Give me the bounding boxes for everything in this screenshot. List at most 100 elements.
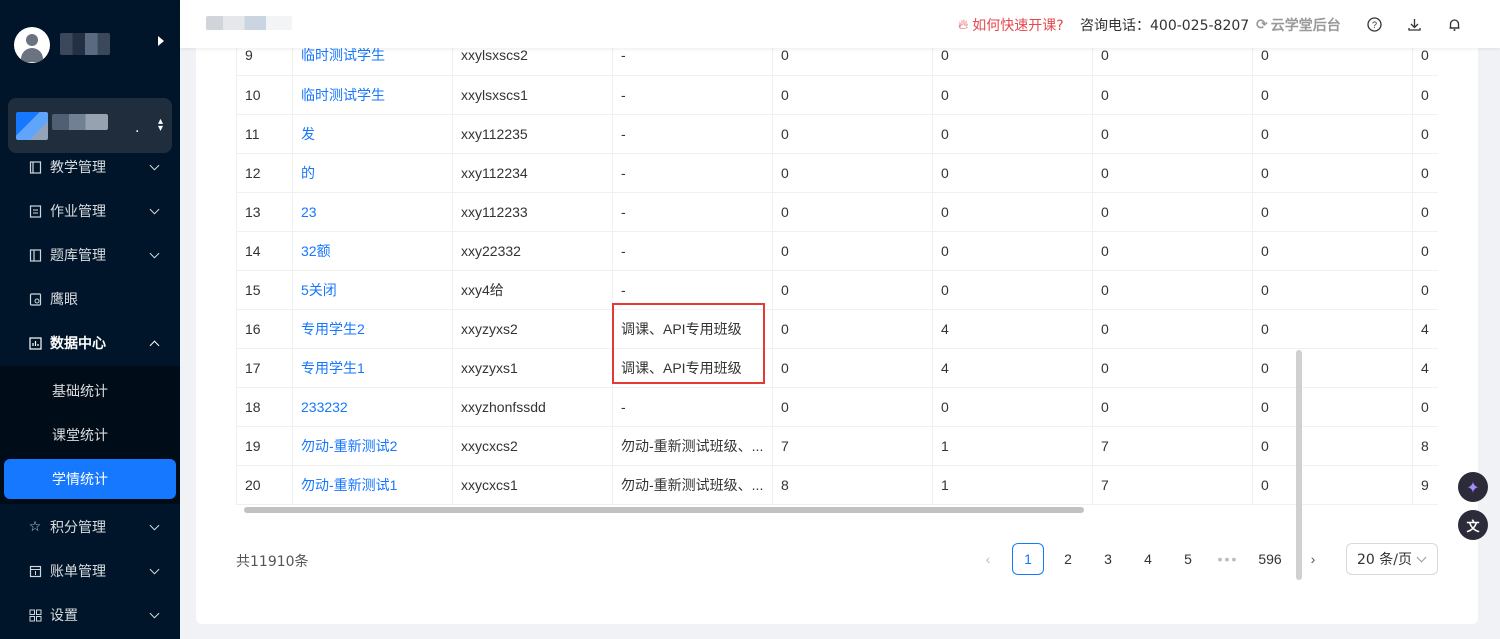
table-cell: 12 [236,153,293,193]
menu-label: 设置 [50,608,78,624]
table-cell: 0 [1412,75,1438,115]
grid-icon [28,608,42,622]
submenu-label: 课堂统计 [52,428,108,444]
switch-icon[interactable]: ▴ ▾ [158,117,163,134]
scrollbar-thumb[interactable] [244,507,1084,513]
student-name-link[interactable]: 专用学生2 [292,309,453,349]
table-cell: 勿动-重新测试班级、... [612,426,773,466]
menu-label: 作业管理 [50,204,106,220]
table-cell: 0 [1252,348,1413,388]
translate-button[interactable]: 文 [1458,510,1488,540]
backend-label: 云学堂后台 [1270,18,1341,34]
avatar[interactable] [14,27,50,63]
ai-sparkle-button[interactable]: ✦ [1458,472,1488,502]
svg-text:?: ? [1371,20,1376,30]
horizontal-scrollbar[interactable] [236,506,1438,514]
table-cell: 0 [1092,114,1253,154]
table-cell: 0 [772,231,933,271]
page-3-button[interactable]: 3 [1092,543,1124,575]
menu-teaching[interactable]: 教学管理 [0,145,180,189]
student-name-link[interactable]: 233232 [292,387,453,427]
page-4-button[interactable]: 4 [1132,543,1164,575]
chevron-down-icon [149,564,160,575]
table-row: 20 勿动-重新测试1 xxycxcs1 勿动-重新测试班级、... 8 1 7 0 9 [236,465,1438,505]
table-row: 17 专用学生1 xxyzyxs1 调课、API专用班级 0 4 0 0 4 [236,348,1438,388]
student-name-link[interactable]: 临时测试学生 [292,75,453,115]
chart-icon [28,336,42,350]
table-cell: 0 [772,387,933,427]
table-cell: 0 [932,270,1093,310]
table-cell: 0 [1252,231,1413,271]
table-cell: 0 [932,114,1093,154]
submenu-class-stats[interactable]: 课堂统计 [0,415,180,455]
expand-user-icon[interactable] [158,36,164,46]
table-row: 10 临时测试学生 xxylsxscs1-0 0 0 0 0 [236,75,1438,115]
quick-start-link[interactable]: 🔥︎ 如何快速开课? [958,15,1064,35]
table-cell: 16 [236,309,293,349]
menu-settings[interactable]: 设置 [0,593,180,637]
eye-icon [28,292,42,306]
table-cell: 0 [1252,387,1413,427]
chevron-down-icon [149,160,160,171]
table-cell: 勿动-重新测试班级、... [612,465,773,505]
bell-icon[interactable] [1444,14,1464,34]
top-header: 🔥︎ 如何快速开课? 咨询电话：400-025-8207 ⟳ 云学堂后台 ? [180,0,1500,48]
submenu-learning-stats[interactable]: 学情统计 [4,459,176,499]
student-name-link[interactable]: 32额 [292,231,453,271]
table-cell: 20 [236,465,293,505]
page-last-button[interactable]: 596 [1254,543,1286,575]
table-cell: 8 [1412,426,1438,466]
table-cell: - [612,387,773,427]
submenu-basic-stats[interactable]: 基础统计 [0,371,180,411]
student-name-link[interactable]: 5关闭 [292,270,453,310]
student-name-link[interactable]: 23 [292,192,453,232]
student-name-link[interactable]: 勿动-重新测试2 [292,426,453,466]
chevron-down-icon [149,520,160,531]
page-5-button[interactable]: 5 [1172,543,1204,575]
school-name-blurred [52,114,108,130]
student-name-link[interactable]: 发 [292,114,453,154]
table-cell: xxy112234 [452,153,613,193]
more-pages-button[interactable]: ••• [1212,543,1244,575]
student-name-link[interactable]: 勿动-重新测试1 [292,465,453,505]
vertical-scrollbar[interactable] [1296,350,1302,580]
backend-link[interactable]: ⟳ 云学堂后台 [1256,15,1341,35]
user-profile[interactable] [14,27,174,63]
table-cell: 0 [1412,153,1438,193]
table-cell: 0 [772,192,933,232]
page-1-button[interactable]: 1 [1012,543,1044,575]
help-icon[interactable]: ? [1364,14,1384,34]
translate-icon: 文 [1466,519,1480,535]
menu-billing[interactable]: 账单管理 [0,549,180,593]
menu-data-center[interactable]: 数据中心 [0,321,180,365]
table-cell: 17 [236,348,293,388]
menu-question-bank[interactable]: 题库管理 [0,233,180,277]
table-cell: 9 [1412,465,1438,505]
download-icon[interactable] [1404,14,1424,34]
table-cell: 0 [1412,387,1438,427]
page-2-button[interactable]: 2 [1052,543,1084,575]
table-cell: 0 [1252,153,1413,193]
table-cell: 0 [1252,192,1413,232]
menu-points[interactable]: ☆ 积分管理 [0,505,180,549]
student-name-link[interactable]: 专用学生1 [292,348,453,388]
table-cell: 0 [1252,114,1413,154]
menu-eagle-eye[interactable]: 鹰眼 [0,277,180,321]
page-size-select[interactable]: 20 条/页 [1346,543,1438,575]
table-cell: 0 [1252,465,1413,505]
table-cell: 14 [236,231,293,271]
chevron-down-icon [149,248,160,259]
table-cell: 0 [1252,75,1413,115]
menu-label: 数据中心 [50,336,106,352]
table-cell: 4 [932,309,1093,349]
table-cell: 调课、API专用班级 [612,348,773,388]
menu-homework[interactable]: 作业管理 [0,189,180,233]
student-name-link[interactable]: 的 [292,153,453,193]
table-cell: 0 [772,309,933,349]
table-cell: 7 [772,426,933,466]
table-cell: 0 [1412,270,1438,310]
table-cell: - [612,114,773,154]
star-icon: ☆ [28,519,42,535]
consult-phone: 咨询电话：400-025-8207 [1080,18,1250,34]
prev-page-button[interactable]: ‹ [972,543,1004,575]
